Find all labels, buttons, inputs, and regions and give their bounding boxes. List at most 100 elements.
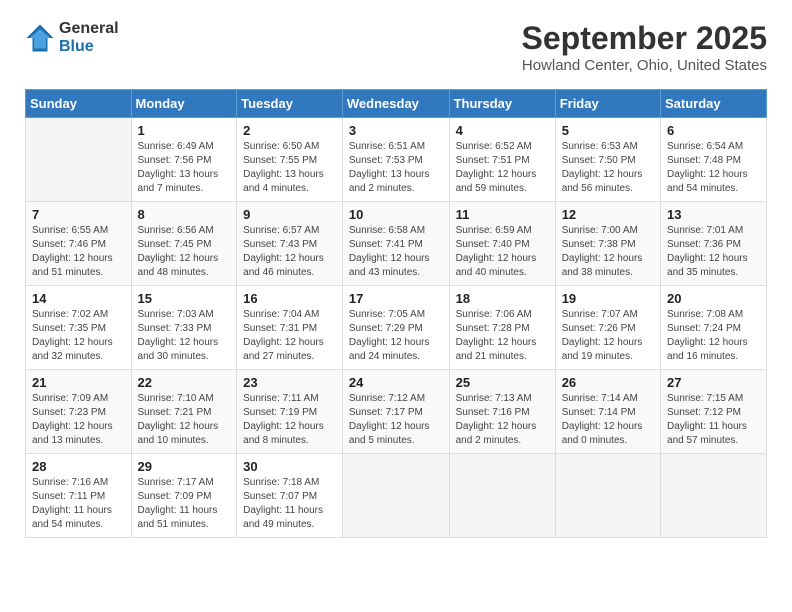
calendar-week-row: 7 Sunrise: 6:55 AM Sunset: 7:46 PM Daylig… (26, 202, 767, 286)
day-number: 27 (667, 375, 760, 390)
calendar-cell: 27 Sunrise: 7:15 AM Sunset: 7:12 PM Dayli… (661, 370, 767, 454)
day-number: 17 (349, 291, 443, 306)
day-number: 14 (32, 291, 125, 306)
cell-info: Sunrise: 6:49 AM Sunset: 7:56 PM Dayligh… (138, 140, 231, 196)
day-number: 24 (349, 375, 443, 390)
calendar-cell: 7 Sunrise: 6:55 AM Sunset: 7:46 PM Daylig… (26, 202, 132, 286)
calendar-cell: 19Sunrise: 7:07 AM Sunset: 7:26 PM Dayli… (555, 286, 660, 370)
calendar-cell: 23Sunrise: 7:11 AM Sunset: 7:19 PM Dayli… (237, 370, 343, 454)
cell-info: Sunrise: 6:54 AM Sunset: 7:48 PM Dayligh… (667, 140, 760, 196)
cell-info: Sunrise: 7:16 AM Sunset: 7:11 PM Dayligh… (32, 476, 125, 532)
day-number: 28 (32, 459, 125, 474)
calendar-table: SundayMondayTuesdayWednesdayThursdayFrid… (25, 89, 767, 538)
page-header: General Blue September 2025 Howland Cent… (25, 20, 767, 74)
cell-info: Sunrise: 6:50 AM Sunset: 7:55 PM Dayligh… (243, 140, 336, 196)
cell-info: Sunrise: 7:14 AM Sunset: 7:14 PM Dayligh… (562, 392, 654, 448)
calendar-cell: 18Sunrise: 7:06 AM Sunset: 7:28 PM Dayli… (449, 286, 555, 370)
cell-info: Sunrise: 7:18 AM Sunset: 7:07 PM Dayligh… (243, 476, 336, 532)
cell-info: Sunrise: 7:13 AM Sunset: 7:16 PM Dayligh… (456, 392, 549, 448)
calendar-cell: 24 Sunrise: 7:12 AM Sunset: 7:17 PM Dayli… (342, 370, 449, 454)
calendar-cell (661, 454, 767, 538)
month-year-title: September 2025 (522, 20, 767, 57)
cell-info: Sunrise: 7:00 AM Sunset: 7:38 PM Dayligh… (562, 224, 654, 280)
calendar-cell: 5 Sunrise: 6:53 AM Sunset: 7:50 PM Daylig… (555, 118, 660, 202)
calendar-week-row: 28 Sunrise: 7:16 AM Sunset: 7:11 PM Dayli… (26, 454, 767, 538)
day-number: 25 (456, 375, 549, 390)
title-block: September 2025 Howland Center, Ohio, Uni… (522, 20, 767, 74)
calendar-week-row: 1 Sunrise: 6:49 AM Sunset: 7:56 PM Daylig… (26, 118, 767, 202)
calendar-week-row: 21 Sunrise: 7:09 AM Sunset: 7:23 PM Dayli… (26, 370, 767, 454)
calendar-cell: 28 Sunrise: 7:16 AM Sunset: 7:11 PM Dayli… (26, 454, 132, 538)
cell-info: Sunrise: 6:53 AM Sunset: 7:50 PM Dayligh… (562, 140, 654, 196)
calendar-cell: 6 Sunrise: 6:54 AM Sunset: 7:48 PM Daylig… (661, 118, 767, 202)
calendar-cell: 12 Sunrise: 7:00 AM Sunset: 7:38 PM Dayli… (555, 202, 660, 286)
calendar-cell: 14 Sunrise: 7:02 AM Sunset: 7:35 PM Dayli… (26, 286, 132, 370)
day-number: 16 (243, 291, 336, 306)
calendar-cell: 9Sunrise: 6:57 AM Sunset: 7:43 PM Daylig… (237, 202, 343, 286)
cell-info: Sunrise: 7:09 AM Sunset: 7:23 PM Dayligh… (32, 392, 125, 448)
calendar-cell: 17 Sunrise: 7:05 AM Sunset: 7:29 PM Dayli… (342, 286, 449, 370)
day-number: 20 (667, 291, 760, 306)
logo-blue-text: Blue (59, 38, 119, 56)
day-header-thursday: Thursday (449, 90, 555, 118)
calendar-cell: 8Sunrise: 6:56 AM Sunset: 7:45 PM Daylig… (131, 202, 237, 286)
logo-icon (25, 23, 55, 53)
calendar-cell: 22Sunrise: 7:10 AM Sunset: 7:21 PM Dayli… (131, 370, 237, 454)
calendar-cell: 2 Sunrise: 6:50 AM Sunset: 7:55 PM Daylig… (237, 118, 343, 202)
calendar-cell: 30 Sunrise: 7:18 AM Sunset: 7:07 PM Dayli… (237, 454, 343, 538)
calendar-cell: 10 Sunrise: 6:58 AM Sunset: 7:41 PM Dayli… (342, 202, 449, 286)
day-number: 18 (456, 291, 549, 306)
day-number: 3 (349, 123, 443, 138)
day-header-sunday: Sunday (26, 90, 132, 118)
cell-info: Sunrise: 6:57 AM Sunset: 7:43 PM Dayligh… (243, 224, 336, 280)
day-number: 10 (349, 207, 443, 222)
calendar-cell: 3 Sunrise: 6:51 AM Sunset: 7:53 PM Daylig… (342, 118, 449, 202)
day-number: 5 (562, 123, 654, 138)
location-subtitle: Howland Center, Ohio, United States (522, 57, 767, 74)
calendar-cell (555, 454, 660, 538)
calendar-cell: 25 Sunrise: 7:13 AM Sunset: 7:16 PM Dayli… (449, 370, 555, 454)
day-number: 7 (32, 207, 125, 222)
day-number: 13 (667, 207, 760, 222)
day-number: 30 (243, 459, 336, 474)
day-number: 15 (138, 291, 231, 306)
day-header-monday: Monday (131, 90, 237, 118)
calendar-cell (342, 454, 449, 538)
day-number: 26 (562, 375, 654, 390)
cell-info: Sunrise: 7:15 AM Sunset: 7:12 PM Dayligh… (667, 392, 760, 448)
cell-info: Sunrise: 6:56 AM Sunset: 7:45 PM Dayligh… (138, 224, 231, 280)
cell-info: Sunrise: 6:51 AM Sunset: 7:53 PM Dayligh… (349, 140, 443, 196)
calendar-cell: 26 Sunrise: 7:14 AM Sunset: 7:14 PM Dayli… (555, 370, 660, 454)
day-number: 1 (138, 123, 231, 138)
day-number: 22 (138, 375, 231, 390)
cell-info: Sunrise: 6:52 AM Sunset: 7:51 PM Dayligh… (456, 140, 549, 196)
day-number: 29 (138, 459, 231, 474)
calendar-cell: 16Sunrise: 7:04 AM Sunset: 7:31 PM Dayli… (237, 286, 343, 370)
cell-info: Sunrise: 7:02 AM Sunset: 7:35 PM Dayligh… (32, 308, 125, 364)
cell-info: Sunrise: 6:59 AM Sunset: 7:40 PM Dayligh… (456, 224, 549, 280)
day-number: 6 (667, 123, 760, 138)
day-header-saturday: Saturday (661, 90, 767, 118)
calendar-cell: 13Sunrise: 7:01 AM Sunset: 7:36 PM Dayli… (661, 202, 767, 286)
calendar-cell: 1 Sunrise: 6:49 AM Sunset: 7:56 PM Daylig… (131, 118, 237, 202)
cell-info: Sunrise: 7:11 AM Sunset: 7:19 PM Dayligh… (243, 392, 336, 448)
day-number: 11 (456, 207, 549, 222)
day-header-friday: Friday (555, 90, 660, 118)
day-number: 21 (32, 375, 125, 390)
day-number: 12 (562, 207, 654, 222)
calendar-cell: 4Sunrise: 6:52 AM Sunset: 7:51 PM Daylig… (449, 118, 555, 202)
cell-info: Sunrise: 6:58 AM Sunset: 7:41 PM Dayligh… (349, 224, 443, 280)
day-header-wednesday: Wednesday (342, 90, 449, 118)
day-number: 2 (243, 123, 336, 138)
calendar-cell: 29 Sunrise: 7:17 AM Sunset: 7:09 PM Dayli… (131, 454, 237, 538)
cell-info: Sunrise: 7:17 AM Sunset: 7:09 PM Dayligh… (138, 476, 231, 532)
cell-info: Sunrise: 7:12 AM Sunset: 7:17 PM Dayligh… (349, 392, 443, 448)
calendar-cell (449, 454, 555, 538)
cell-info: Sunrise: 6:55 AM Sunset: 7:46 PM Dayligh… (32, 224, 125, 280)
day-number: 19 (562, 291, 654, 306)
calendar-week-row: 14 Sunrise: 7:02 AM Sunset: 7:35 PM Dayli… (26, 286, 767, 370)
cell-info: Sunrise: 7:08 AM Sunset: 7:24 PM Dayligh… (667, 308, 760, 364)
calendar-cell (26, 118, 132, 202)
cell-info: Sunrise: 7:05 AM Sunset: 7:29 PM Dayligh… (349, 308, 443, 364)
calendar-header-row: SundayMondayTuesdayWednesdayThursdayFrid… (26, 90, 767, 118)
